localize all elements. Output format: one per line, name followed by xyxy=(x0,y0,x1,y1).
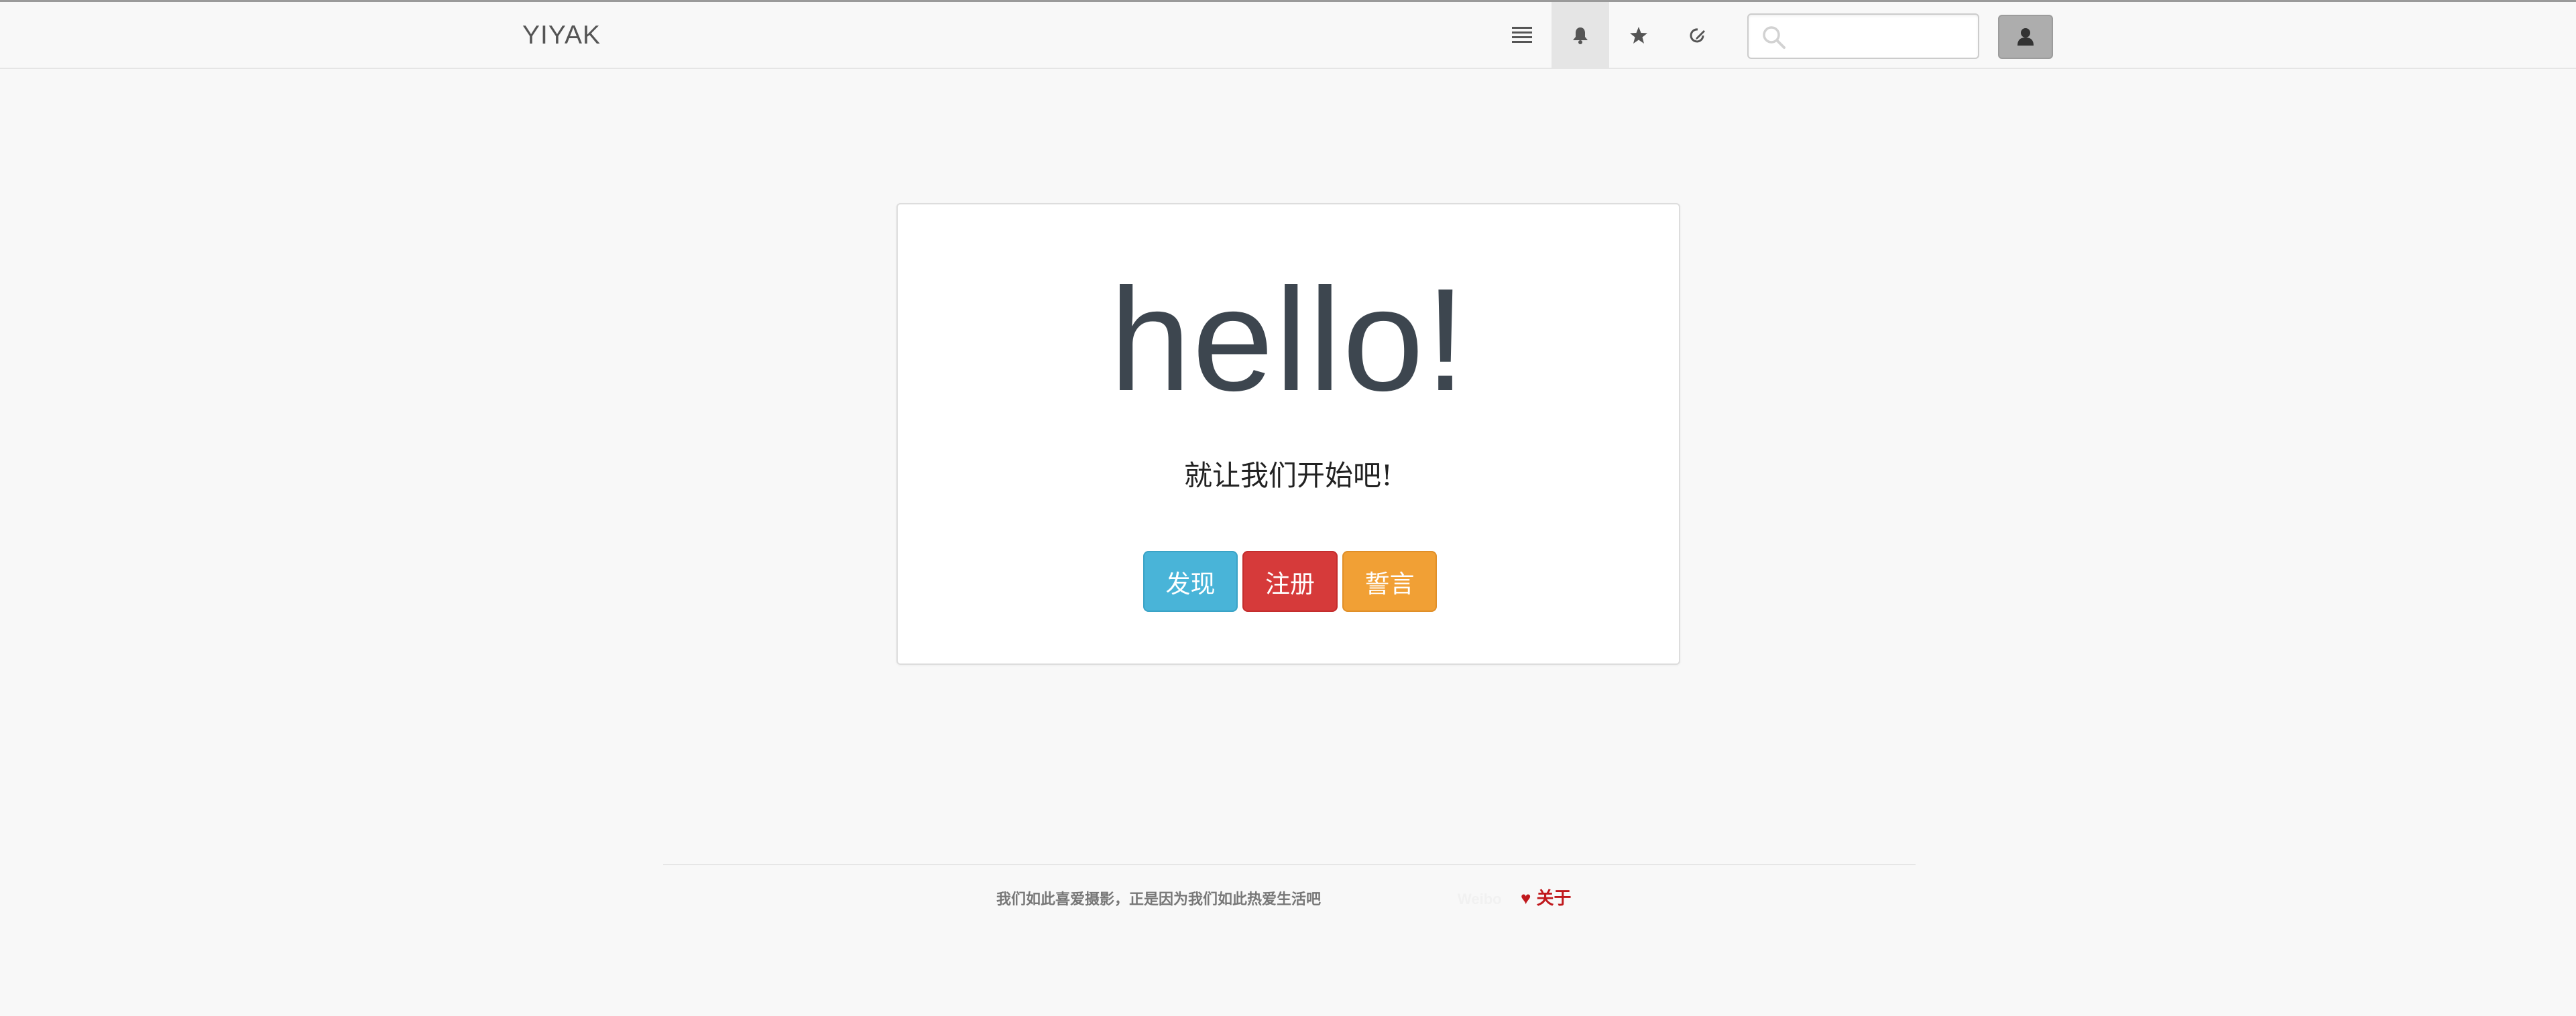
footer-divider xyxy=(663,864,1916,865)
heart-icon: ♥ xyxy=(1521,888,1531,908)
hero-title: hello! xyxy=(1109,259,1468,422)
hero-subtitle: 就让我们开始吧! xyxy=(1184,459,1393,492)
brand-logo[interactable]: YIYAK xyxy=(522,19,601,52)
nav-compose-button[interactable] xyxy=(1669,2,1726,69)
discover-button[interactable]: 发现 xyxy=(1143,551,1238,612)
edit-icon xyxy=(1690,28,1705,43)
user-menu-button[interactable] xyxy=(1998,15,2053,59)
footer-tagline: 我们如此喜爱摄影，正是因为我们如此热爱生活吧 xyxy=(996,891,1322,907)
list-icon xyxy=(1512,27,1532,43)
nav-list-button[interactable] xyxy=(1493,2,1551,69)
star-icon xyxy=(1630,27,1647,44)
search-input[interactable] xyxy=(1792,19,1973,54)
bell-icon xyxy=(1573,27,1588,44)
navbar: YIYAK xyxy=(0,0,2576,69)
search-box xyxy=(1747,13,1979,59)
user-icon xyxy=(2017,28,2034,46)
search-icon xyxy=(1763,26,1785,49)
nav-notifications-button[interactable] xyxy=(1552,2,1609,69)
about-link[interactable]: ♥ 关于 xyxy=(1521,886,1571,910)
register-button[interactable]: 注册 xyxy=(1242,551,1338,612)
about-label: 关于 xyxy=(1536,888,1572,908)
nav-favorites-button[interactable] xyxy=(1610,2,1667,69)
motto-button[interactable]: 誓言 xyxy=(1342,551,1437,612)
footer-faint-link[interactable]: Weibo xyxy=(1458,889,1502,910)
hero-card: hello! 就让我们开始吧! 发现 注册 誓言 xyxy=(896,203,1680,665)
